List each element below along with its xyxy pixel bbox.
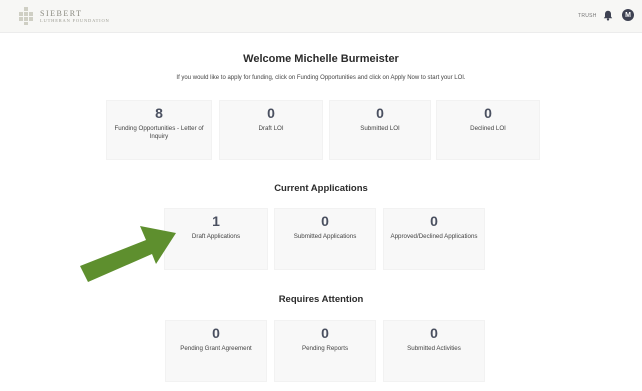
top-bar: SIEBERT LUTHERAN FOUNDATION TRUSH M: [0, 0, 642, 33]
stat-value: 0: [267, 105, 275, 121]
welcome-title: Welcome Michelle Burmeister: [243, 53, 399, 65]
stat-value: 0: [321, 213, 329, 229]
stat-value: 0: [321, 325, 329, 341]
stat-card-approved-declined-applications[interactable]: 0 Approved/Declined Applications: [383, 208, 485, 270]
stat-label: Submitted Activities: [407, 345, 461, 352]
stat-value: 0: [430, 213, 438, 229]
logo-title: SIEBERT: [40, 9, 83, 18]
stat-card-pending-grant-agreement[interactable]: 0 Pending Grant Agreement: [165, 320, 267, 382]
stat-label: Declined LOI: [470, 125, 506, 132]
stat-value: 8: [155, 105, 163, 121]
stat-label: Draft Applications: [191, 233, 241, 240]
requires-attention-title: Requires Attention: [278, 294, 364, 305]
stat-value: 0: [212, 325, 220, 341]
stat-card-draft-applications[interactable]: 1 Draft Applications: [164, 208, 268, 270]
current-applications-title: Current Applications: [274, 183, 368, 194]
stat-card-draft-loi[interactable]: 0 Draft LOI: [219, 100, 323, 160]
stat-label: Pending Reports: [301, 345, 349, 352]
stat-card-funding-opportunities[interactable]: 8 Funding Opportunities - Letter of Inqu…: [106, 100, 212, 160]
stat-label: Draft LOI: [258, 125, 284, 132]
bell-icon[interactable]: [603, 10, 613, 21]
stat-value: 1: [212, 213, 220, 229]
avatar[interactable]: M: [622, 9, 634, 21]
stat-label: Approved/Declined Applications: [390, 233, 478, 240]
stat-card-pending-reports[interactable]: 0 Pending Reports: [274, 320, 376, 382]
stat-card-submitted-applications[interactable]: 0 Submitted Applications: [274, 208, 376, 270]
stat-label: Funding Opportunities - Letter of Inquir…: [114, 125, 204, 140]
stat-label: Submitted Applications: [293, 233, 357, 240]
stat-value: 0: [376, 105, 384, 121]
instructions-text: If you would like to apply for funding, …: [176, 75, 466, 81]
stat-card-declined-loi[interactable]: 0 Declined LOI: [436, 100, 540, 160]
stat-label: Pending Grant Agreement: [180, 345, 252, 352]
logo-mark-icon: [19, 7, 33, 25]
annotation-arrow-icon: [80, 226, 176, 282]
stat-card-submitted-activities[interactable]: 0 Submitted Activities: [383, 320, 485, 382]
stat-value: 0: [430, 325, 438, 341]
user-name[interactable]: TRUSH: [578, 13, 597, 19]
logo-subtitle: LUTHERAN FOUNDATION: [40, 18, 110, 23]
stat-label: Submitted LOI: [360, 125, 400, 132]
stat-value: 0: [484, 105, 492, 121]
stat-card-submitted-loi[interactable]: 0 Submitted LOI: [329, 100, 431, 160]
foundation-logo[interactable]: SIEBERT LUTHERAN FOUNDATION: [16, 6, 146, 28]
